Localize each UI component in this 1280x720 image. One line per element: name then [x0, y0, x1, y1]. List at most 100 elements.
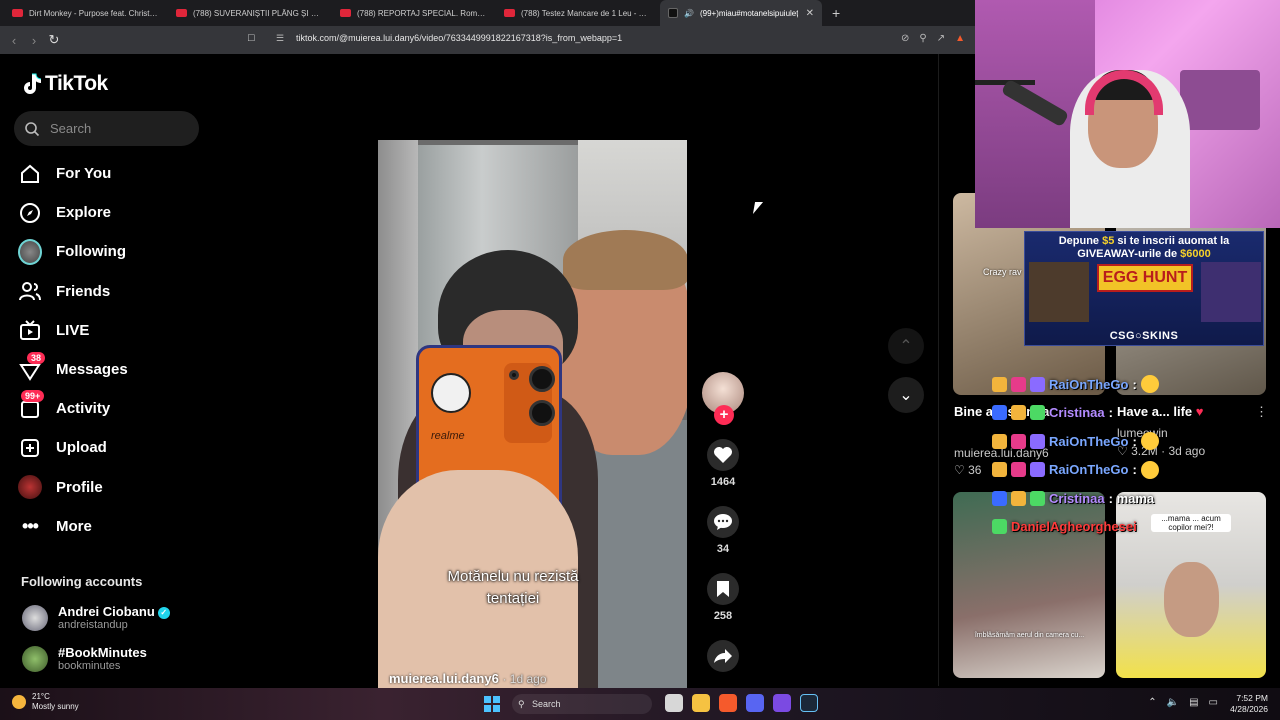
- like-button[interactable]: [707, 439, 739, 471]
- nav-label: Messages: [56, 361, 128, 379]
- nav-label: Explore: [56, 204, 112, 222]
- profile-avatar-icon: [18, 475, 42, 500]
- windows-start-button[interactable]: [484, 696, 500, 712]
- close-tab-icon[interactable]: ✕: [806, 8, 814, 19]
- stream-chat: RaiOnTheGo: Cristinaa: RaiOnTheGo: RaiOn…: [992, 370, 1242, 541]
- activity-badge: 99+: [21, 390, 45, 403]
- emote-icon: [992, 519, 1007, 535]
- following-account[interactable]: #BookMinutes bookminutes: [22, 645, 147, 672]
- video-author-line[interactable]: muierea.lui.dany6 · 1d ago: [389, 671, 547, 686]
- bookmark-icon[interactable]: □: [248, 32, 258, 46]
- nav-label: For You: [56, 165, 112, 183]
- save-count: 258: [713, 610, 733, 622]
- nav-live[interactable]: LIVE: [18, 311, 128, 350]
- next-video-button[interactable]: ⌄: [888, 377, 924, 413]
- browser-tab[interactable]: (788) REPORTAJ SPECIAL. Românii ca: [332, 0, 494, 26]
- emote-icon: [1030, 376, 1045, 392]
- taskbar-clock[interactable]: 7:52 PM 4/28/2026: [1230, 693, 1268, 715]
- browser-tab[interactable]: (788) SUVERANIȘTII PLÂNG ȘI STRES: [168, 0, 330, 26]
- home-icon: [18, 162, 42, 186]
- laughing-emoji-icon: [1140, 375, 1159, 394]
- video-player[interactable]: realme Motănelu nu rezistă tentației: [378, 140, 687, 688]
- discord-icon[interactable]: [746, 694, 764, 712]
- main-nav: For You Explore Following Friends LIVE 3…: [18, 154, 128, 546]
- app-icon[interactable]: [773, 694, 791, 712]
- taskbar-apps: [665, 694, 818, 712]
- new-tab-button[interactable]: +: [824, 5, 848, 21]
- steam-icon[interactable]: [800, 694, 818, 712]
- chat-message: RaiOnTheGo:: [992, 370, 1242, 399]
- brave-browser-icon[interactable]: [719, 694, 737, 712]
- task-view-icon[interactable]: [665, 694, 683, 712]
- weather-widget[interactable]: 21°C Mostly sunny: [12, 692, 79, 712]
- chat-message: RaiOnTheGo:: [992, 427, 1242, 456]
- taskbar-search[interactable]: ⚲ Search: [512, 694, 652, 714]
- system-tray: ⌃ 🔈 ▤ ▭: [1148, 697, 1218, 708]
- site-info-icon[interactable]: ☰: [276, 33, 284, 44]
- comment-icon: [714, 514, 732, 530]
- share-arrow-icon: [714, 649, 732, 663]
- nav-upload[interactable]: Upload: [18, 428, 128, 467]
- phone-brand-text: realme: [431, 430, 465, 442]
- laughing-emoji-icon: [1140, 432, 1159, 451]
- tiktok-logo[interactable]: TikTok: [21, 72, 108, 96]
- nav-activity[interactable]: 99+ Activity: [18, 389, 128, 428]
- nav-for-you[interactable]: For You: [18, 154, 128, 193]
- chat-message: RaiOnTheGo:: [992, 456, 1242, 485]
- youtube-icon: [504, 9, 515, 17]
- emote-icon: [1011, 376, 1026, 392]
- following-avatar-icon: [18, 238, 42, 265]
- nav-more[interactable]: ••• More: [18, 507, 128, 546]
- emote-icon: [1030, 490, 1045, 506]
- comment-button[interactable]: [707, 506, 739, 538]
- nav-messages[interactable]: 38 Messages: [18, 350, 128, 389]
- nav-following[interactable]: Following: [18, 232, 128, 271]
- account-name: Andrei Ciobanu: [58, 604, 155, 619]
- mute-icon[interactable]: ⊘: [901, 33, 909, 44]
- upload-icon: [18, 436, 42, 460]
- brave-shield-icon[interactable]: ▲: [955, 33, 965, 44]
- save-button[interactable]: [707, 573, 739, 605]
- verified-badge-icon: ✓: [157, 606, 170, 619]
- forward-arrow-icon[interactable]: ›: [24, 33, 44, 48]
- video-age: 1d ago: [509, 672, 547, 686]
- emote-icon: [1030, 433, 1045, 449]
- chevron-up-icon[interactable]: ⌃: [1148, 697, 1156, 708]
- video-actions: + 1464 34 258: [701, 372, 745, 672]
- chevron-down-icon: ⌄: [899, 387, 913, 404]
- file-explorer-icon[interactable]: [692, 694, 710, 712]
- network-icon[interactable]: ▤: [1189, 697, 1198, 708]
- messages-badge: 38: [27, 351, 46, 364]
- browser-tab[interactable]: (788) Testez Mancare de 1 Leu - YouT: [496, 0, 658, 26]
- previous-video-button[interactable]: ⌃: [888, 328, 924, 364]
- tiktok-icon: [668, 8, 678, 18]
- following-account[interactable]: Andrei Ciobanu ✓ andreistandup: [22, 604, 170, 631]
- follow-plus-icon[interactable]: +: [714, 405, 734, 425]
- tiktok-sidebar: TikTok Search For You Explore Following …: [0, 54, 225, 686]
- browser-tab[interactable]: Dirt Monkey - Purpose feat. Christian: [4, 0, 166, 26]
- speaker-icon[interactable]: 🔈: [1167, 697, 1179, 708]
- youtube-icon: [12, 9, 23, 17]
- emote-icon: [1011, 433, 1026, 449]
- author-avatar[interactable]: +: [702, 372, 744, 425]
- account-name: #BookMinutes: [58, 645, 147, 660]
- more-options-icon[interactable]: ⋮: [1255, 404, 1268, 420]
- ad-headline: EGG HUNT: [1097, 264, 1193, 292]
- back-arrow-icon[interactable]: ‹: [4, 33, 24, 48]
- share-icon[interactable]: ↗: [937, 33, 945, 44]
- share-button[interactable]: [707, 640, 739, 672]
- battery-icon[interactable]: ▭: [1209, 697, 1218, 708]
- nav-explore[interactable]: Explore: [18, 193, 128, 232]
- reload-icon[interactable]: ↻: [44, 32, 64, 48]
- video-author[interactable]: muierea.lui.dany6: [389, 671, 499, 686]
- nav-friends[interactable]: Friends: [18, 272, 128, 311]
- zoom-icon[interactable]: ⚲: [919, 33, 926, 44]
- search-icon: ⚲: [518, 699, 525, 709]
- search-input[interactable]: Search: [14, 111, 199, 146]
- chat-message: Cristinaa:: [992, 399, 1242, 428]
- nav-profile[interactable]: Profile: [18, 468, 128, 507]
- url-field[interactable]: tiktok.com/@muierea.lui.dany6/video/7633…: [296, 33, 622, 43]
- account-handle: andreistandup: [58, 619, 128, 631]
- browser-tab-active[interactable]: 🔊 (99+)miau#motanelsipuiuleț ✕: [660, 0, 822, 26]
- nav-label: Friends: [56, 282, 111, 300]
